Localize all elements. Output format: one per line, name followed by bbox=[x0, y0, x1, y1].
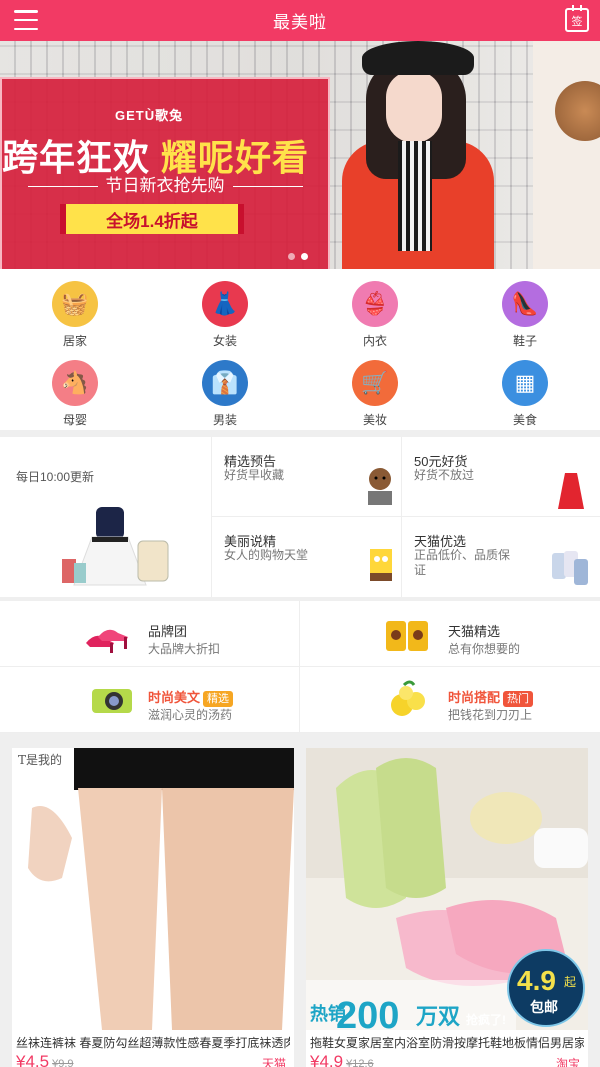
tmall-select-row[interactable]: 天猫精选 总有你想要的 bbox=[300, 601, 600, 667]
brand-row-subtitle: 把钱花到刀刃上 bbox=[448, 708, 533, 722]
fashion-match-row[interactable]: 时尚搭配 热门 把钱花到刀刃上 bbox=[300, 667, 600, 733]
category-label: 男装 bbox=[212, 413, 237, 427]
brand-row-title: 时尚搭配 热门 bbox=[448, 687, 534, 707]
brand-row-subtitle: 大品牌大折扣 bbox=[148, 642, 221, 656]
daily-update-time: 每日10:00更新 bbox=[16, 470, 95, 484]
bear-figure-image bbox=[368, 468, 392, 505]
bra-icon: 👙 bbox=[352, 281, 398, 327]
category-label: 内衣 bbox=[362, 334, 387, 348]
banner-pagination bbox=[288, 253, 308, 260]
category-label: 美妆 bbox=[362, 413, 387, 427]
promo-unit-text: 万双 bbox=[415, 1004, 460, 1029]
category-suit[interactable]: 👔 男装 bbox=[150, 360, 300, 438]
product-shop: 淘宝 bbox=[555, 1057, 580, 1067]
action-camera-image bbox=[92, 689, 132, 713]
hot-tag: 热门 bbox=[503, 691, 534, 707]
category-grid: 🧺 居家 👗 女装 👙 内衣 👠 鞋子 🐴 母婴 👔 男装 🛒 美妆 ▦ 美食 bbox=[0, 269, 600, 430]
top-bar: 最美啦 签 bbox=[0, 0, 600, 41]
fashion-article-row[interactable]: 时尚美文 精选 滋润心灵的汤药 bbox=[0, 667, 300, 733]
category-basket[interactable]: 🧺 居家 bbox=[0, 281, 150, 360]
checkin-calendar-icon[interactable]: 签 bbox=[565, 5, 589, 32]
product-price: ¥4.5 ¥9.9 bbox=[16, 1052, 74, 1067]
banner-subtitle: 节日新衣抢先购 bbox=[0, 171, 330, 196]
promo-cell-subtitle: 好货早收藏 bbox=[224, 468, 285, 482]
featured-tag: 精选 bbox=[203, 691, 234, 707]
dress-bag-image bbox=[62, 507, 169, 586]
category-stroller[interactable]: 🛒 美妆 bbox=[300, 360, 450, 438]
product-original-price: ¥12.6 bbox=[346, 1058, 374, 1067]
product-price: ¥4.9 ¥12.6 bbox=[310, 1052, 374, 1067]
sponge-toy-image bbox=[370, 549, 392, 581]
product-shop: 天猫 bbox=[261, 1057, 286, 1067]
category-label: 母婴 bbox=[62, 413, 87, 427]
high-heels-image bbox=[86, 629, 128, 653]
category-high-heel[interactable]: 👠 鞋子 bbox=[450, 281, 600, 360]
brand-row-title: 时尚美文 精选 bbox=[148, 687, 234, 707]
badge-label-text: 包邮 bbox=[530, 999, 558, 1015]
category-label: 美食 bbox=[512, 413, 537, 427]
promo-cell-50yuan[interactable]: 50元好货 好货不放过 bbox=[402, 437, 600, 517]
category-dress[interactable]: 👗 女装 bbox=[150, 281, 300, 360]
daily-update-card[interactable]: 每日10:00更新 bbox=[0, 437, 212, 597]
product-current-price: ¥4.9 bbox=[310, 1052, 344, 1067]
brand-row-title-text: 时尚搭配 bbox=[448, 690, 501, 705]
brand-row-subtitle: 总有你想要的 bbox=[448, 642, 521, 656]
dress-icon: 👗 bbox=[202, 281, 248, 327]
banner-brand: GETÙ歌兔 bbox=[115, 108, 184, 123]
promo-cell-subtitle: 女人的购物天堂 bbox=[224, 548, 309, 562]
product-name: 丝袜连裤袜 春夏防勾丝超薄款性感春夏季打底袜透肉女 bbox=[16, 1036, 290, 1050]
phone-cases-image bbox=[552, 551, 588, 585]
product-card[interactable]: 热销 200 万双 抢疯了! 4.9 起 包邮 拖鞋女夏家居室内浴室防滑按摩托鞋… bbox=[306, 748, 588, 1067]
badge-suffix-text: 起 bbox=[564, 975, 576, 989]
category-label: 居家 bbox=[62, 334, 87, 348]
app-title: 最美啦 bbox=[273, 13, 327, 32]
grid-icon: ▦ bbox=[502, 360, 548, 406]
basket-icon: 🧺 bbox=[52, 281, 98, 327]
promo-cell-subtitle: 好货不放过 bbox=[414, 468, 475, 482]
promo-cell-meilishuo[interactable]: 美丽说精 女人的购物天堂 bbox=[212, 517, 402, 597]
lemon-image bbox=[391, 680, 425, 716]
luggage-image bbox=[386, 621, 428, 651]
promo-section: 每日10:00更新 精选预告 好货早收藏 50元好货 好货不放过 美丽说精 女人… bbox=[0, 437, 600, 597]
banner-next-slide-peek bbox=[533, 41, 600, 269]
promo-cell-tmall-select[interactable]: 天猫优选 正品低价、品质保证 bbox=[402, 517, 600, 597]
promo-banner[interactable]: GETÙ歌兔 跨年狂欢 耀呢好看 节日新衣抢先购 全场1.4折起 bbox=[0, 41, 600, 269]
brand-row-title: 天猫精选 bbox=[448, 624, 501, 639]
brand-section: 品牌团 大品牌大折扣 天猫精选 总有你想要的 时尚美文 精选 滋润心灵的汤药 时尚… bbox=[0, 601, 600, 733]
stroller-icon: 🛒 bbox=[352, 360, 398, 406]
badge-price-text: 4.9 bbox=[517, 965, 556, 996]
red-dress-image bbox=[558, 473, 584, 509]
category-bra[interactable]: 👙 内衣 bbox=[300, 281, 450, 360]
brand-row-title: 品牌团 bbox=[148, 624, 188, 639]
product-brand-mark: T是我的 bbox=[18, 752, 62, 767]
category-label: 鞋子 bbox=[512, 334, 537, 348]
product-original-price: ¥9.9 bbox=[52, 1058, 74, 1067]
product-image-slippers: 热销 200 万双 抢疯了! 4.9 起 包邮 bbox=[306, 748, 588, 1030]
banner-dot-active[interactable] bbox=[301, 253, 308, 260]
promo-cell-preview[interactable]: 精选预告 好货早收藏 bbox=[212, 437, 402, 517]
product-name: 拖鞋女夏家居室内浴室防滑按摩托鞋地板情侣男居家可 bbox=[310, 1036, 584, 1050]
category-label: 女装 bbox=[212, 334, 237, 348]
rocking-horse-icon: 🐴 bbox=[52, 360, 98, 406]
suit-icon: 👔 bbox=[202, 360, 248, 406]
product-current-price: ¥4.5 bbox=[16, 1052, 50, 1067]
brand-row-subtitle: 滋润心灵的汤药 bbox=[148, 708, 233, 722]
product-card[interactable]: T是我的 丝袜连裤袜 春夏防勾丝超薄款性感春夏季打底袜透肉女 ¥4.5 ¥9.9 … bbox=[12, 748, 294, 1067]
promo-cell-subtitle: 正品低价、品质保证 bbox=[414, 548, 511, 577]
category-grid[interactable]: ▦ 美食 bbox=[450, 360, 600, 438]
banner-model-image bbox=[338, 41, 508, 269]
high-heel-icon: 👠 bbox=[502, 281, 548, 327]
banner-deal: 全场1.4折起 bbox=[60, 204, 244, 234]
product-image-stockings: T是我的 bbox=[12, 748, 294, 1030]
banner-dot[interactable] bbox=[288, 253, 295, 260]
brand-row-title-text: 时尚美文 bbox=[148, 690, 201, 705]
category-rocking-horse[interactable]: 🐴 母婴 bbox=[0, 360, 150, 438]
brand-group-row[interactable]: 品牌团 大品牌大折扣 bbox=[0, 601, 300, 667]
promo-rush-text: 抢疯了! bbox=[466, 1012, 506, 1027]
menu-icon[interactable] bbox=[14, 10, 38, 30]
promo-number-text: 200 bbox=[336, 995, 399, 1030]
